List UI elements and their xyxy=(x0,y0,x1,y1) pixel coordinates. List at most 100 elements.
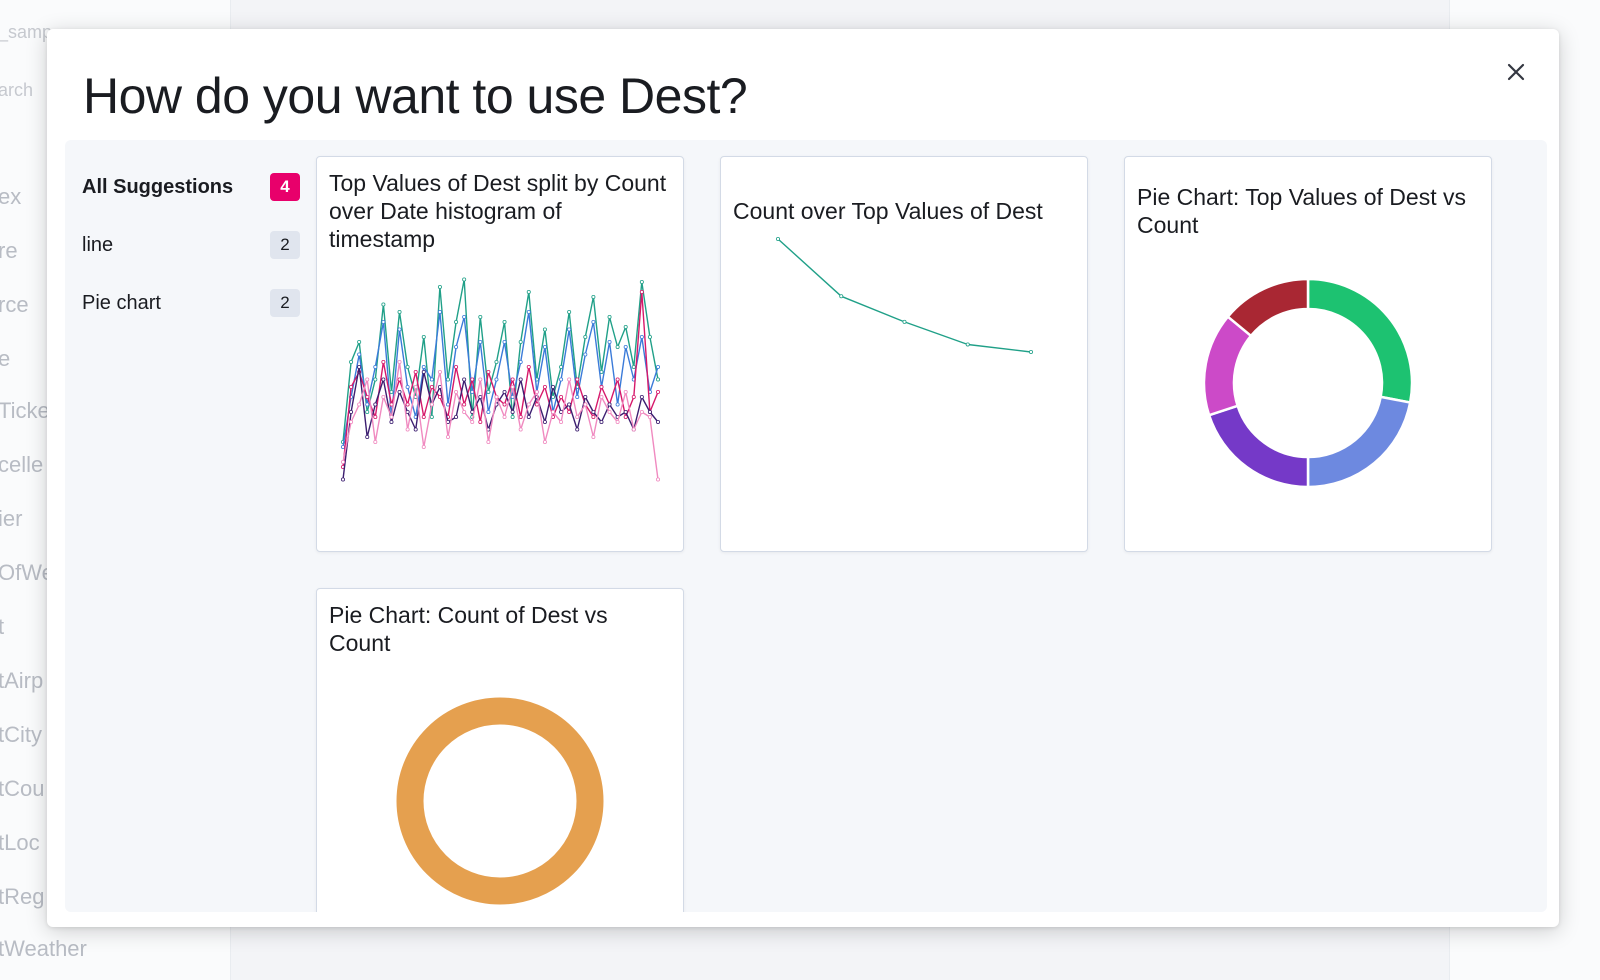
data-point xyxy=(1028,349,1033,354)
data-point xyxy=(615,419,620,424)
data-point xyxy=(639,289,644,294)
data-point xyxy=(397,327,402,332)
background-field-label: tCou xyxy=(0,776,45,801)
data-point xyxy=(429,414,434,419)
data-point xyxy=(429,402,434,407)
data-point xyxy=(357,364,362,369)
data-point xyxy=(510,377,515,382)
data-point xyxy=(591,319,596,324)
data-point xyxy=(445,402,450,407)
background-field-label: ier xyxy=(0,506,23,531)
data-point xyxy=(454,364,459,369)
data-point xyxy=(502,319,507,324)
data-point xyxy=(381,377,386,382)
background-field-label: re xyxy=(0,238,18,263)
data-point xyxy=(357,339,362,344)
data-point xyxy=(340,444,345,449)
background-field-label: tWeather xyxy=(0,936,87,961)
filter-label: Pie chart xyxy=(82,291,161,314)
data-point xyxy=(381,319,386,324)
data-point xyxy=(486,369,491,374)
data-point xyxy=(623,344,628,349)
pie-slice xyxy=(1207,404,1310,489)
data-point xyxy=(365,434,370,439)
data-point xyxy=(510,414,515,419)
data-point xyxy=(405,427,410,432)
data-point xyxy=(349,384,354,389)
data-point xyxy=(486,439,491,444)
data-point xyxy=(647,334,652,339)
data-point xyxy=(340,459,345,464)
data-point xyxy=(437,309,442,314)
suggestion-card-single-donut[interactable]: Pie Chart: Count of Dest vs Count xyxy=(316,588,684,912)
data-point xyxy=(542,439,547,444)
data-point xyxy=(462,409,467,414)
background-field-label: tAirp xyxy=(0,668,44,693)
data-point xyxy=(559,394,564,399)
data-point xyxy=(357,352,362,357)
suggestion-card-line[interactable]: Count over Top Values of Dest xyxy=(720,156,1088,552)
data-point xyxy=(583,334,588,339)
data-point xyxy=(615,377,620,382)
data-point xyxy=(599,384,604,389)
data-point xyxy=(623,389,628,394)
background-field-label: tReg xyxy=(0,884,45,909)
data-point xyxy=(591,414,596,419)
data-point xyxy=(373,414,378,419)
suggestion-card-multi-line[interactable]: Top Values of Dest split by Count over D… xyxy=(316,156,684,552)
data-point xyxy=(965,342,970,347)
close-button[interactable] xyxy=(1501,57,1531,87)
data-point xyxy=(542,344,547,349)
suggestion-card-donut[interactable]: Pie Chart: Top Values of Dest vs Count xyxy=(1124,156,1492,552)
data-point xyxy=(567,309,572,314)
data-point xyxy=(373,364,378,369)
background-field-label: _samp xyxy=(0,22,53,42)
data-point xyxy=(615,344,620,349)
data-point xyxy=(462,402,467,407)
data-point xyxy=(454,414,459,419)
data-point xyxy=(397,309,402,314)
data-point xyxy=(526,309,531,314)
data-point xyxy=(502,414,507,419)
data-point xyxy=(518,359,523,364)
data-point xyxy=(445,434,450,439)
data-point xyxy=(591,409,596,414)
data-point xyxy=(518,414,523,419)
data-point xyxy=(526,402,531,407)
series-line xyxy=(777,238,1032,353)
data-point xyxy=(349,359,354,364)
data-point xyxy=(655,477,660,482)
data-point xyxy=(559,377,564,382)
filter-all-suggestions[interactable]: All Suggestions 4 xyxy=(82,170,300,204)
data-point xyxy=(655,389,660,394)
filter-label: line xyxy=(82,233,114,256)
data-point xyxy=(373,377,378,382)
data-point xyxy=(470,419,475,424)
data-point xyxy=(502,339,507,344)
data-point xyxy=(575,377,580,382)
data-point xyxy=(518,427,523,432)
filter-pie-chart[interactable]: Pie chart 2 xyxy=(82,286,300,320)
background-field-label: tLoc xyxy=(0,830,40,855)
data-point xyxy=(421,444,426,449)
data-point xyxy=(631,427,636,432)
background-field-label: Ticke xyxy=(0,398,50,423)
data-point xyxy=(607,339,612,344)
data-point xyxy=(607,402,612,407)
data-point xyxy=(542,384,547,389)
filter-line[interactable]: line 2 xyxy=(82,228,300,262)
data-point xyxy=(373,402,378,407)
data-point xyxy=(502,402,507,407)
data-point xyxy=(365,394,370,399)
data-point xyxy=(550,409,555,414)
data-point xyxy=(413,369,418,374)
pie-slice xyxy=(396,697,604,905)
data-point xyxy=(631,364,636,369)
data-point xyxy=(494,394,499,399)
background-field-label: OfWe xyxy=(0,560,54,585)
data-point xyxy=(445,377,450,382)
data-point xyxy=(470,377,475,382)
data-point xyxy=(575,427,580,432)
data-point xyxy=(357,402,362,407)
data-point xyxy=(478,314,483,319)
